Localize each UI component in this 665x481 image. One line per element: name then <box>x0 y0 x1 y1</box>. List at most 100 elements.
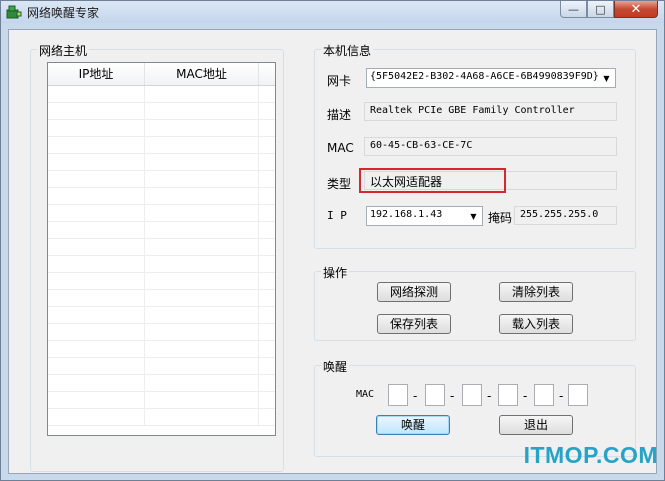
table-cell <box>259 205 275 221</box>
maximize-button[interactable]: □ <box>587 1 614 18</box>
table-cell <box>145 273 259 289</box>
table-cell <box>145 256 259 272</box>
clear-list-button[interactable]: 清除列表 <box>499 282 573 302</box>
table-row[interactable] <box>48 358 275 375</box>
table-cell <box>48 358 145 374</box>
nic-value: {5F5042E2-B302-4A68-A6CE-6B4990839F9D} <box>370 71 599 82</box>
table-cell <box>259 137 275 153</box>
network-detect-button[interactable]: 网络探测 <box>377 282 451 302</box>
table-cell <box>145 358 259 374</box>
wake-group-label: 唤醒 <box>321 358 350 375</box>
table-cell <box>145 154 259 170</box>
table-cell <box>145 307 259 323</box>
hosts-listview[interactable]: IP地址 MAC地址 <box>47 62 276 436</box>
table-cell <box>145 137 259 153</box>
desc-field: Realtek PCIe GBE Family Controller <box>364 102 617 121</box>
table-row[interactable] <box>48 290 275 307</box>
table-row[interactable] <box>48 103 275 120</box>
table-row[interactable] <box>48 392 275 409</box>
table-cell <box>145 341 259 357</box>
hosts-group-label: 网络主机 <box>37 42 90 59</box>
mac-octet-input-2[interactable] <box>425 384 445 406</box>
column-mac[interactable]: MAC地址 <box>145 63 259 85</box>
mac-octet-input-1[interactable] <box>388 384 408 406</box>
table-cell <box>48 120 145 136</box>
table-row[interactable] <box>48 86 275 103</box>
chevron-down-icon: ▼ <box>470 211 477 221</box>
mac-separator: - <box>523 389 528 403</box>
table-cell <box>48 171 145 187</box>
table-row[interactable] <box>48 341 275 358</box>
table-cell <box>145 239 259 255</box>
table-cell <box>259 188 275 204</box>
table-cell <box>259 375 275 391</box>
save-list-button[interactable]: 保存列表 <box>377 314 451 334</box>
table-cell <box>48 222 145 238</box>
table-cell <box>145 375 259 391</box>
table-row[interactable] <box>48 239 275 256</box>
desc-value: Realtek PCIe GBE Family Controller <box>370 105 575 116</box>
table-cell <box>145 188 259 204</box>
minimize-button[interactable]: — <box>560 1 587 18</box>
table-row[interactable] <box>48 154 275 171</box>
table-row[interactable] <box>48 205 275 222</box>
type-highlight-box <box>359 168 506 193</box>
window-title: 网络唤醒专家 <box>27 6 100 20</box>
table-row[interactable] <box>48 256 275 273</box>
table-cell <box>145 324 259 340</box>
desc-label: 描述 <box>327 108 352 122</box>
table-row[interactable] <box>48 222 275 239</box>
ops-group-label: 操作 <box>321 264 350 281</box>
column-filler <box>259 63 275 85</box>
nic-select[interactable]: {5F5042E2-B302-4A68-A6CE-6B4990839F9D} ▼ <box>366 68 616 88</box>
table-cell <box>48 341 145 357</box>
mac-octet-input-5[interactable] <box>534 384 554 406</box>
table-row[interactable] <box>48 188 275 205</box>
mac-octet-input-6[interactable] <box>568 384 588 406</box>
table-row[interactable] <box>48 409 275 426</box>
title-bar[interactable]: 网络唤醒专家 — □ ✕ <box>1 1 664 23</box>
info-group-label: 本机信息 <box>321 42 374 59</box>
wake-mac-label: MAC <box>356 389 375 400</box>
minimize-icon: — <box>568 2 579 16</box>
table-row[interactable] <box>48 375 275 392</box>
exit-button[interactable]: 退出 <box>499 415 573 435</box>
mask-value: 255.255.255.0 <box>520 209 599 220</box>
type-label: 类型 <box>327 177 352 191</box>
mac-octet-input-3[interactable] <box>462 384 482 406</box>
table-cell <box>48 137 145 153</box>
table-cell <box>48 290 145 306</box>
table-cell <box>48 409 145 425</box>
app-window: 网络唤醒专家 — □ ✕ 网络主机 IP地址 MAC地址 本机信息 操作 唤醒 … <box>0 0 665 481</box>
table-cell <box>259 171 275 187</box>
table-row[interactable] <box>48 273 275 290</box>
table-row[interactable] <box>48 120 275 137</box>
table-cell <box>259 392 275 408</box>
close-button[interactable]: ✕ <box>614 1 658 18</box>
table-cell <box>48 239 145 255</box>
table-row[interactable] <box>48 307 275 324</box>
table-cell <box>48 307 145 323</box>
mac-separator: - <box>487 389 492 403</box>
ip-label: I P <box>327 209 347 222</box>
load-list-button[interactable]: 载入列表 <box>499 314 573 334</box>
mac-value: 60-45-CB-63-CE-7C <box>370 140 473 151</box>
table-row[interactable] <box>48 171 275 188</box>
column-ip[interactable]: IP地址 <box>48 63 145 85</box>
table-cell <box>145 171 259 187</box>
wake-button[interactable]: 唤醒 <box>376 415 450 435</box>
mac-octet-input-4[interactable] <box>498 384 518 406</box>
table-cell <box>48 375 145 391</box>
table-cell <box>145 222 259 238</box>
table-cell <box>48 324 145 340</box>
table-cell <box>48 188 145 204</box>
table-cell <box>48 154 145 170</box>
table-row[interactable] <box>48 324 275 341</box>
ip-select[interactable]: 192.168.1.43 ▼ <box>366 206 483 226</box>
table-row[interactable] <box>48 137 275 154</box>
client-area: 网络主机 IP地址 MAC地址 本机信息 操作 唤醒 <box>8 29 657 474</box>
table-cell <box>259 120 275 136</box>
mac-label: MAC <box>327 141 354 155</box>
ops-group: 操作 <box>314 264 636 341</box>
table-cell <box>259 222 275 238</box>
